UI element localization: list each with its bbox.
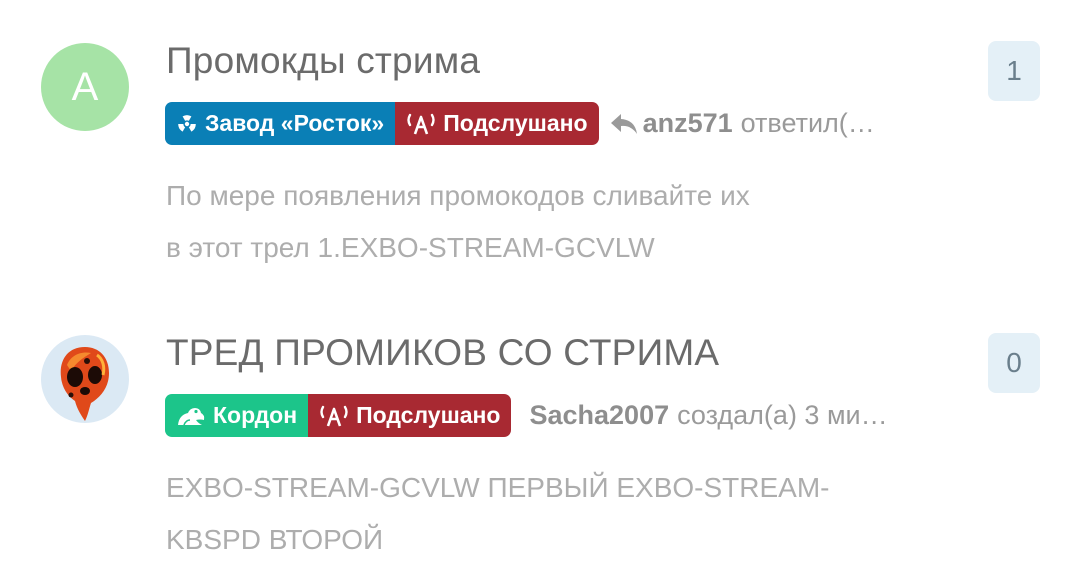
last-post-username[interactable]: Sacha2007: [529, 400, 669, 431]
discussion-list-item[interactable]: ТРЕД ПРОМИКОВ СО СТРИМА Кордон Подслушан…: [0, 292, 1080, 582]
tag-label: Подслушано: [443, 110, 588, 136]
excerpt-line: EXBO-STREAM-GCVLW ПЕРВЫЙ EXBO-STREAM-: [166, 472, 830, 503]
excerpt-line: По мере появления промокодов сливайте их: [166, 180, 750, 211]
discussion-excerpt: EXBO-STREAM-GCVLW ПЕРВЫЙ EXBO-STREAM- KB…: [166, 462, 926, 566]
avatar-letter: A: [71, 64, 99, 109]
tag-group: Завод «Росток» Подслушано: [165, 102, 599, 145]
broadcast-icon: [406, 112, 436, 136]
discussion-meta: Завод «Росток» Подслушано anz571 ответил…: [165, 102, 875, 145]
broadcast-icon: [319, 404, 349, 428]
discussion-title[interactable]: ТРЕД ПРОМИКОВ СО СТРИМА: [166, 332, 719, 374]
reply-count-badge[interactable]: 0: [988, 333, 1040, 393]
tag-kordon[interactable]: Кордон: [165, 394, 309, 437]
tag-zavod-rostok[interactable]: Завод «Росток»: [165, 102, 396, 145]
excerpt-line: в этот трел 1.EXBO-STREAM-GCVLW: [166, 232, 655, 263]
frog-icon: [176, 405, 206, 427]
last-post-info: Sacha2007 создал(а) 3 ми…: [529, 400, 887, 431]
tag-label: Подслушано: [356, 402, 501, 428]
discussion-title[interactable]: Промокды стрима: [166, 40, 480, 82]
last-post-action: создал(а) 3 ми…: [677, 400, 888, 430]
tag-group: Кордон Подслушано: [165, 394, 512, 437]
molten-skull-avatar: [60, 347, 109, 421]
discussion-meta: Кордон Подслушано Sacha2007 создал(а) 3 …: [165, 394, 888, 437]
avatar[interactable]: A: [41, 43, 129, 131]
last-post-action: ответил(…: [740, 108, 875, 138]
last-post-username[interactable]: anz571: [643, 108, 733, 139]
discussion-list-item[interactable]: A Промокды стрима Завод «Росток» Подслуш…: [0, 0, 1080, 290]
radiation-icon: [176, 113, 198, 135]
tag-label: Завод «Росток»: [205, 110, 385, 136]
excerpt-line: KBSPD ВТОРОЙ: [166, 524, 384, 555]
last-post-info: anz571 ответил(…: [609, 108, 875, 139]
tag-label: Кордон: [213, 402, 298, 428]
discussion-excerpt: По мере появления промокодов сливайте их…: [166, 170, 926, 274]
reply-count-badge[interactable]: 1: [988, 41, 1040, 101]
avatar[interactable]: [41, 335, 129, 423]
tag-podslushano[interactable]: Подслушано: [395, 102, 599, 145]
reply-icon: [609, 111, 639, 137]
tag-podslushano[interactable]: Подслушано: [308, 394, 512, 437]
